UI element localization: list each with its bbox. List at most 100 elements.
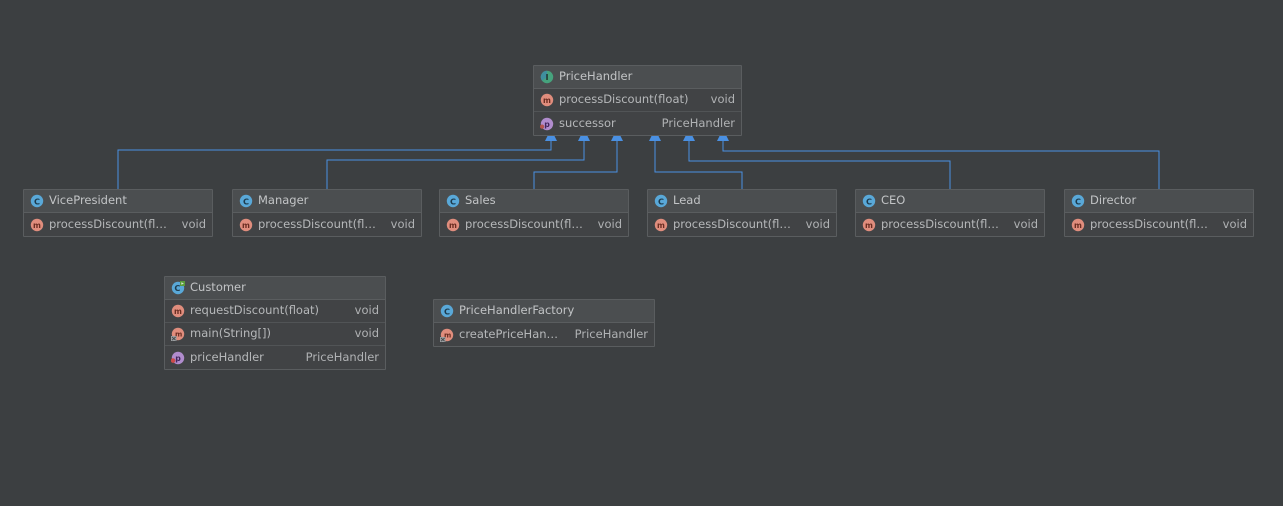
connector-sales-to-pricehandler — [533, 140, 618, 189]
field-private-icon: p — [171, 351, 185, 365]
class-runnable-icon: C — [171, 281, 185, 295]
svg-text:C: C — [450, 196, 456, 206]
class-icon: C — [30, 194, 44, 208]
member-name: processDiscount(float) — [559, 94, 689, 106]
svg-text:m: m — [1074, 221, 1082, 230]
member-row[interactable]: m processDiscount(float) void — [24, 213, 212, 236]
member-name: successor — [559, 117, 616, 130]
svg-text:I: I — [546, 73, 549, 82]
svg-text:C: C — [243, 196, 249, 206]
method-static-icon: m — [171, 327, 185, 341]
uml-class-node-sales[interactable]: C Sales m processDiscount(float) void — [439, 189, 629, 237]
class-icon: C — [440, 304, 454, 318]
method-icon: m — [171, 304, 185, 318]
node-title-customer: Customer — [190, 280, 246, 295]
uml-class-node-customer[interactable]: C Customer m requestDiscount(float) void m mai… — [164, 276, 386, 370]
svg-text:C: C — [1075, 196, 1081, 206]
connector-director-to-pricehandler — [722, 140, 1160, 189]
node-header-lead[interactable]: C Lead — [648, 190, 836, 213]
node-title-director: Director — [1090, 193, 1137, 208]
connector-vicepresident-to-pricehandler — [117, 140, 552, 189]
node-title-vicepresident: VicePresident — [49, 193, 127, 208]
svg-text:m: m — [657, 221, 665, 230]
member-row[interactable]: p successor PriceHandler — [534, 112, 741, 135]
member-name: priceHandler — [190, 351, 264, 364]
node-title-pricehandler: PriceHandler — [559, 69, 633, 84]
class-icon: C — [654, 194, 668, 208]
member-type: PriceHandler — [661, 115, 735, 130]
node-title-lead: Lead — [673, 193, 701, 208]
node-header-pricehandlerfactory[interactable]: C PriceHandlerFactory — [434, 300, 654, 323]
method-icon: m — [1071, 218, 1085, 232]
member-row[interactable]: m processDiscount(float) void — [856, 213, 1044, 236]
node-title-pricehandlerfactory: PriceHandlerFactory — [459, 303, 575, 318]
uml-class-node-director[interactable]: C Director m processDiscount(float) void — [1064, 189, 1254, 237]
member-row[interactable]: p priceHandler PriceHandler — [165, 346, 385, 369]
svg-text:m: m — [33, 221, 41, 230]
svg-text:m: m — [865, 221, 873, 230]
member-type: void — [390, 216, 415, 231]
member-type: void — [1013, 216, 1038, 231]
svg-text:C: C — [174, 283, 180, 293]
svg-text:C: C — [658, 196, 664, 206]
member-name: createPriceHandler() — [459, 328, 575, 341]
member-type: void — [597, 216, 622, 231]
member-row[interactable]: m processDiscount(float) void — [648, 213, 836, 236]
member-row[interactable]: m main(String[]) void — [165, 323, 385, 346]
member-type: PriceHandler — [574, 326, 648, 341]
uml-class-node-vicepresident[interactable]: C VicePresident m processDiscount(float) voi… — [23, 189, 213, 237]
node-header-customer[interactable]: C Customer — [165, 277, 385, 300]
uml-class-node-pricehandlerfactory[interactable]: C PriceHandlerFactory m createPriceHandler(… — [433, 299, 655, 347]
svg-text:m: m — [449, 221, 457, 230]
svg-text:m: m — [242, 221, 250, 230]
member-row[interactable]: m processDiscount(float) void — [534, 89, 741, 112]
member-row[interactable]: m createPriceHandler() PriceHandler — [434, 323, 654, 346]
member-name: processDiscount(float) — [49, 218, 179, 231]
node-header-pricehandler[interactable]: I PriceHandler — [534, 66, 741, 89]
svg-text:C: C — [444, 306, 450, 316]
uml-class-node-lead[interactable]: C Lead m processDiscount(float) void — [647, 189, 837, 237]
node-header-vicepresident[interactable]: C VicePresident — [24, 190, 212, 213]
method-icon: m — [239, 218, 253, 232]
member-row[interactable]: m processDiscount(float) void — [233, 213, 421, 236]
class-icon: C — [862, 194, 876, 208]
member-type: void — [181, 216, 206, 231]
method-icon: m — [446, 218, 460, 232]
member-type: void — [710, 92, 735, 107]
method-static-icon: m — [440, 328, 454, 342]
node-title-ceo: CEO — [881, 193, 906, 208]
svg-text:m: m — [174, 307, 182, 316]
method-icon: m — [654, 218, 668, 232]
svg-text:p: p — [175, 354, 181, 363]
node-header-ceo[interactable]: C CEO — [856, 190, 1044, 213]
member-name: processDiscount(float) — [673, 218, 803, 231]
member-name: requestDiscount(float) — [190, 305, 320, 317]
member-name: processDiscount(float) — [258, 218, 388, 231]
connector-lead-to-pricehandler — [654, 140, 743, 189]
interface-icon: I — [540, 70, 554, 84]
method-icon: m — [540, 93, 554, 107]
member-row[interactable]: m requestDiscount(float) void — [165, 300, 385, 323]
uml-class-node-ceo[interactable]: C CEO m processDiscount(float) void — [855, 189, 1045, 237]
svg-text:p: p — [544, 120, 550, 129]
node-header-sales[interactable]: C Sales — [440, 190, 628, 213]
member-row[interactable]: m processDiscount(float) void — [440, 213, 628, 236]
uml-class-node-manager[interactable]: C Manager m processDiscount(float) void — [232, 189, 422, 237]
member-type: void — [1222, 216, 1247, 231]
member-name: processDiscount(float) — [465, 218, 595, 231]
member-name: processDiscount(float) — [1090, 218, 1220, 231]
member-type: void — [354, 303, 379, 318]
node-title-manager: Manager — [258, 193, 309, 208]
diagram-canvas[interactable]: I PriceHandler m processDiscount(float) void… — [0, 0, 1283, 506]
connector-manager-to-pricehandler — [326, 140, 585, 189]
member-type: void — [805, 216, 830, 231]
svg-text:m: m — [543, 96, 551, 105]
method-icon: m — [30, 218, 44, 232]
uml-class-node-pricehandler[interactable]: I PriceHandler m processDiscount(float) void… — [533, 65, 742, 136]
member-type: PriceHandler — [305, 349, 379, 364]
connector-ceo-to-pricehandler — [688, 140, 951, 189]
member-row[interactable]: m processDiscount(float) void — [1065, 213, 1253, 236]
node-header-manager[interactable]: C Manager — [233, 190, 421, 213]
node-header-director[interactable]: C Director — [1065, 190, 1253, 213]
field-icon: p — [540, 117, 554, 131]
